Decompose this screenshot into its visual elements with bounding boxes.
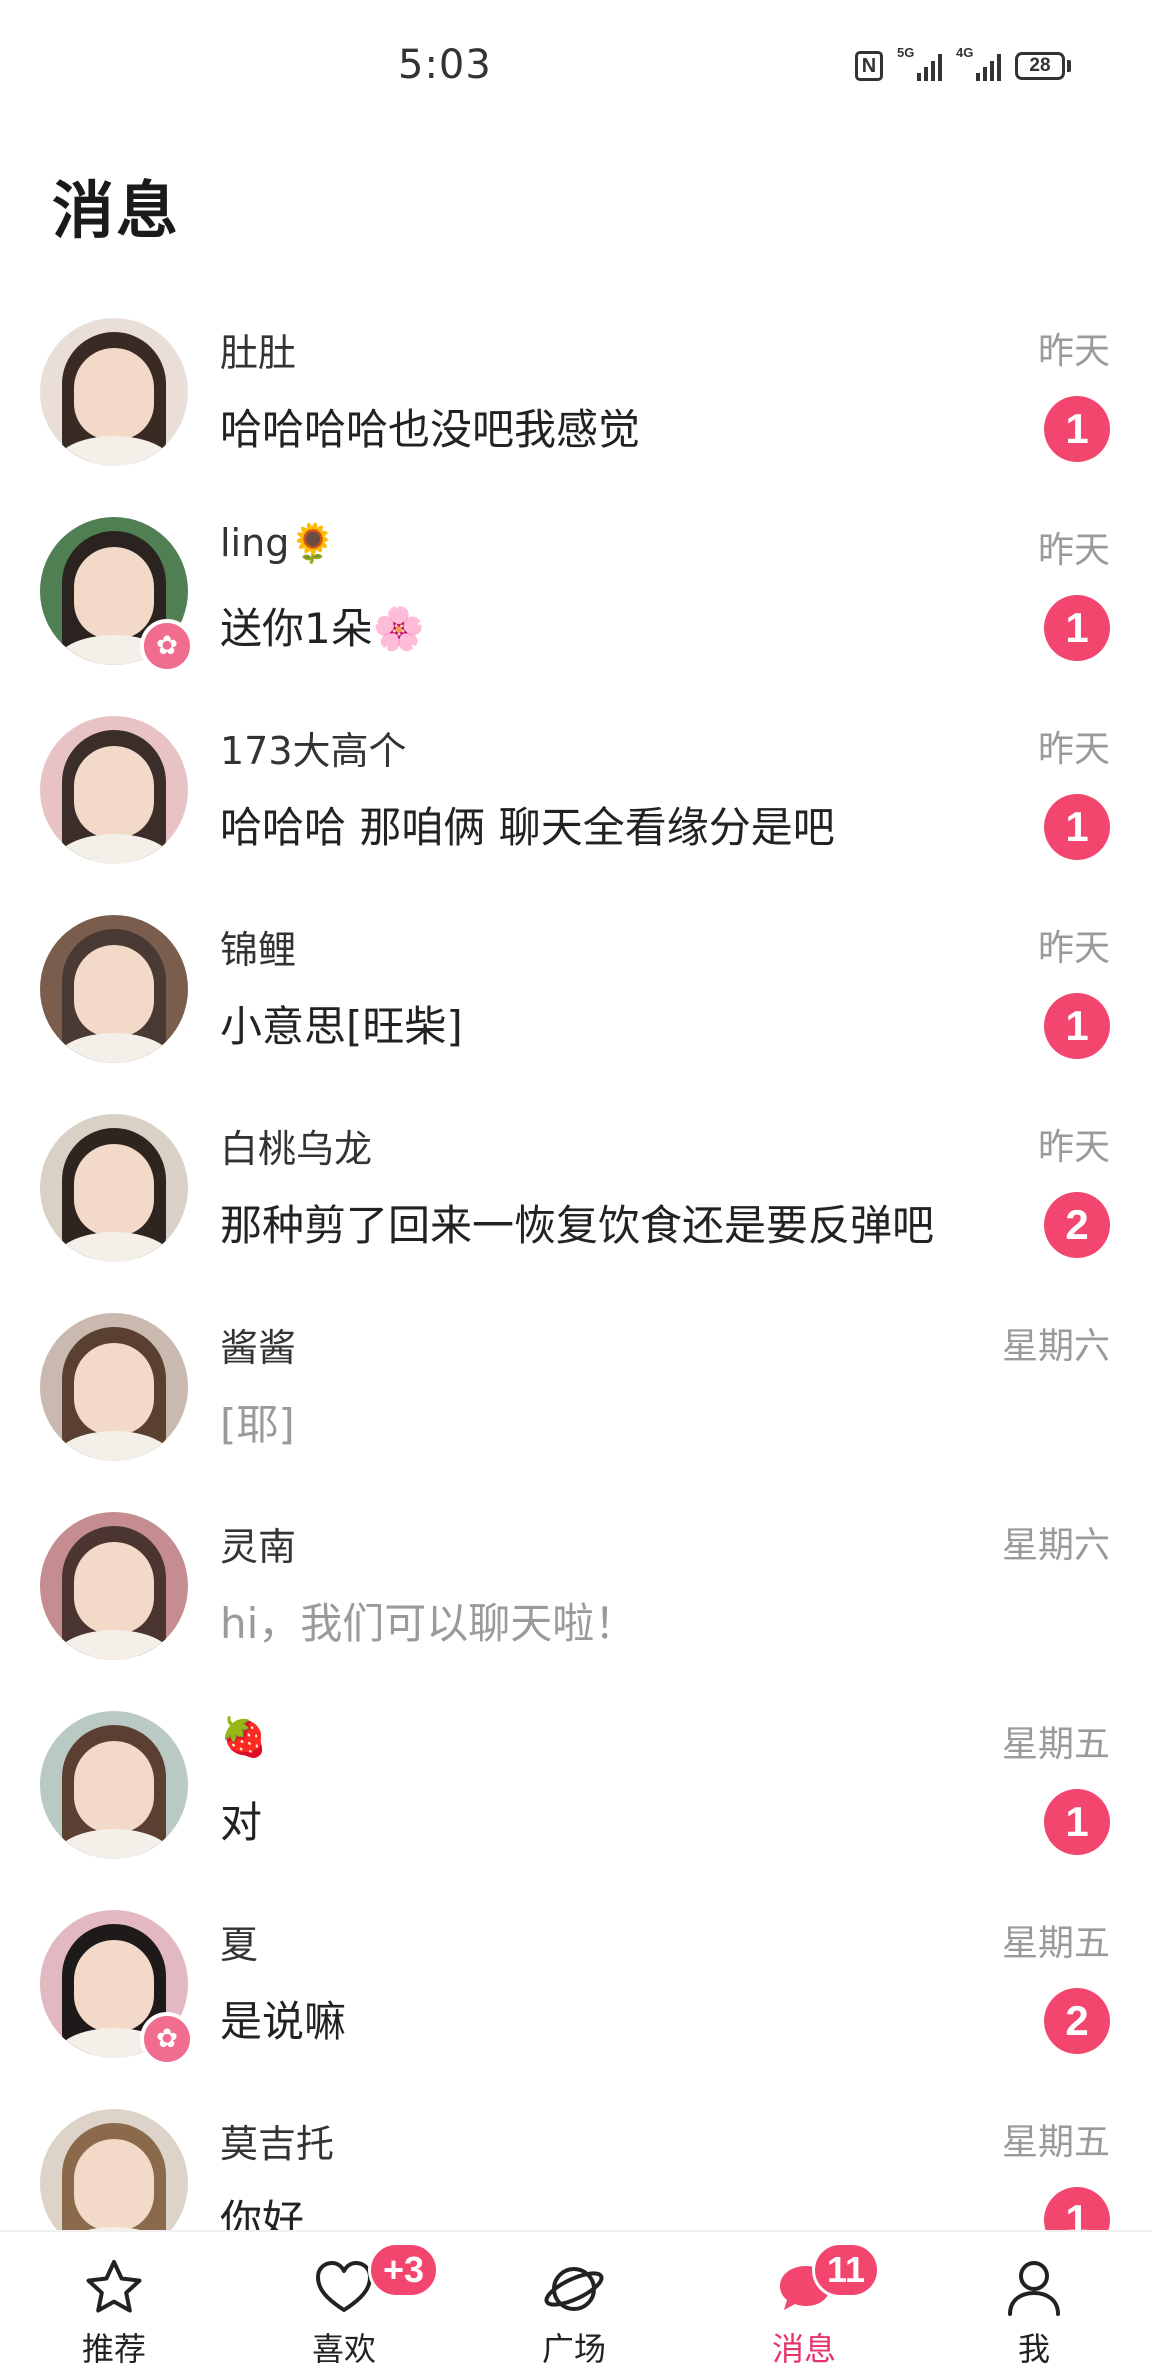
conversation-name: 莫吉托 — [220, 2122, 335, 2166]
conversation-message: [耶] — [220, 1400, 295, 1449]
conversation-time: 星期五 — [1001, 2122, 1110, 2163]
conversation-message: 小意思[旺柴] — [220, 1002, 463, 1051]
conversation-message: 哈哈哈 那咱俩 聊天全看缘分是吧 — [220, 803, 835, 852]
conversation-item[interactable]: 灵南 星期六 hi，我们可以聊天啦！ — [0, 1494, 1152, 1692]
status-icons: N 5G 4G 28 — [855, 45, 1071, 86]
conversation-name: 173大高个 — [220, 729, 407, 773]
conversation-name: 锦鲤 — [220, 928, 297, 972]
conversation-item[interactable]: 白桃乌龙 昨天 那种剪了回来一恢复饮食还是要反弹吧 2 — [0, 1096, 1152, 1294]
conversation-name: 🍓 — [220, 1715, 268, 1759]
star-icon — [86, 2260, 142, 2313]
person-icon — [1008, 2261, 1060, 2316]
conversation-time: 星期五 — [1001, 1724, 1110, 1765]
conversation-message: hi，我们可以聊天啦！ — [220, 1599, 637, 1648]
conversation-message: 对 — [220, 1798, 263, 1847]
conversation-time: 昨天 — [1037, 331, 1110, 372]
unread-badge: 1 — [1044, 1789, 1110, 1855]
conversation-name: 酱酱 — [220, 1326, 297, 1370]
conversation-item[interactable]: ✿ ling🌻 昨天 送你1朵🌸 1 — [0, 499, 1152, 697]
nav-label: 推荐 — [81, 2330, 146, 2368]
avatar[interactable] — [40, 318, 188, 466]
conversation-list: 肚肚 昨天 哈哈哈哈也没吧我感觉 1 ✿ ling🌻 昨天 送你1朵🌸 1 17… — [0, 300, 1152, 2230]
conversation-name: 夏 — [220, 1923, 259, 1967]
conversation-message: 送你1朵🌸 — [220, 604, 426, 653]
likes-badge: +3 — [368, 2242, 440, 2298]
conversation-time: 昨天 — [1037, 928, 1110, 969]
conversation-item[interactable]: 173大高个 昨天 哈哈哈 那咱俩 聊天全看缘分是吧 1 — [0, 698, 1152, 896]
status-time: 5:03 — [398, 42, 492, 88]
unread-badge: 1 — [1044, 595, 1110, 661]
unread-badge: 1 — [1044, 993, 1110, 1059]
nav-label: 广场 — [541, 2330, 606, 2368]
conversation-name: 灵南 — [220, 1525, 297, 1569]
avatar[interactable] — [40, 915, 188, 1063]
conversation-item[interactable]: 🍓 星期五 对 1 — [0, 1693, 1152, 1891]
conversation-item[interactable]: 酱酱 星期六 [耶] — [0, 1295, 1152, 1493]
bottom-nav: 推荐 +3 喜欢 广场 11 消息 我 — [0, 2230, 1152, 2378]
unread-badge: 1 — [1044, 396, 1110, 462]
signal-4g-icon: 4G — [956, 45, 1001, 81]
nav-item-messages[interactable]: 11 消息 — [734, 2232, 881, 2378]
conversation-item[interactable]: ✿ 夏 星期五 是说嘛 2 — [0, 1892, 1152, 2090]
avatar[interactable] — [40, 1114, 188, 1262]
nav-label: 喜欢 — [311, 2330, 376, 2368]
conversation-message: 哈哈哈哈也没吧我感觉 — [220, 405, 641, 454]
conversation-name: 白桃乌龙 — [220, 1127, 373, 1171]
status-bar: 5:03 N 5G 4G 28 — [0, 0, 1152, 130]
conversation-message: 是说嘛 — [220, 1997, 347, 2046]
conversation-time: 星期六 — [1001, 1326, 1110, 1367]
avatar[interactable] — [40, 716, 188, 864]
battery-icon: 28 — [1015, 52, 1071, 80]
messages-badge: 11 — [812, 2242, 881, 2298]
flower-badge-icon: ✿ — [140, 619, 194, 673]
conversation-name: 肚肚 — [220, 331, 297, 375]
heart-icon — [316, 2261, 372, 2312]
flower-badge-icon: ✿ — [140, 2012, 194, 2066]
unread-badge: 2 — [1044, 1192, 1110, 1258]
conversation-time: 昨天 — [1037, 530, 1110, 571]
conversation-message: 那种剪了回来一恢复饮食还是要反弹吧 — [220, 1201, 935, 1250]
unread-badge: 2 — [1044, 1988, 1110, 2054]
page-title: 消息 — [52, 174, 181, 247]
avatar[interactable] — [40, 1711, 188, 1859]
conversation-time: 星期五 — [1001, 1923, 1110, 1964]
avatar[interactable] — [40, 1313, 188, 1461]
conversation-time: 昨天 — [1037, 729, 1110, 770]
conversation-time: 昨天 — [1037, 1127, 1110, 1168]
conversation-name: ling🌻 — [220, 521, 337, 565]
unread-badge: 1 — [1044, 794, 1110, 860]
nav-item-recommend[interactable]: 推荐 — [44, 2232, 184, 2378]
avatar[interactable] — [40, 2109, 188, 2230]
unread-badge: 1 — [1044, 2187, 1110, 2230]
nav-item-likes[interactable]: +3 喜欢 — [274, 2232, 440, 2378]
conversation-message: 你好 — [220, 2196, 305, 2230]
nav-item-me[interactable]: 我 — [964, 2232, 1104, 2378]
signal-5g-icon: 5G — [897, 45, 942, 81]
nav-label: 消息 — [771, 2330, 836, 2368]
planet-icon — [544, 2267, 604, 2311]
nfc-icon: N — [855, 51, 883, 81]
avatar[interactable] — [40, 1512, 188, 1660]
nav-item-square[interactable]: 广场 — [504, 2232, 644, 2378]
conversation-item[interactable]: 锦鲤 昨天 小意思[旺柴] 1 — [0, 897, 1152, 1095]
nav-label: 我 — [1017, 2330, 1050, 2368]
conversation-time: 星期六 — [1001, 1525, 1110, 1566]
conversation-item[interactable]: 肚肚 昨天 哈哈哈哈也没吧我感觉 1 — [0, 300, 1152, 498]
conversation-item[interactable]: 莫吉托 星期五 你好 1 — [0, 2091, 1152, 2230]
